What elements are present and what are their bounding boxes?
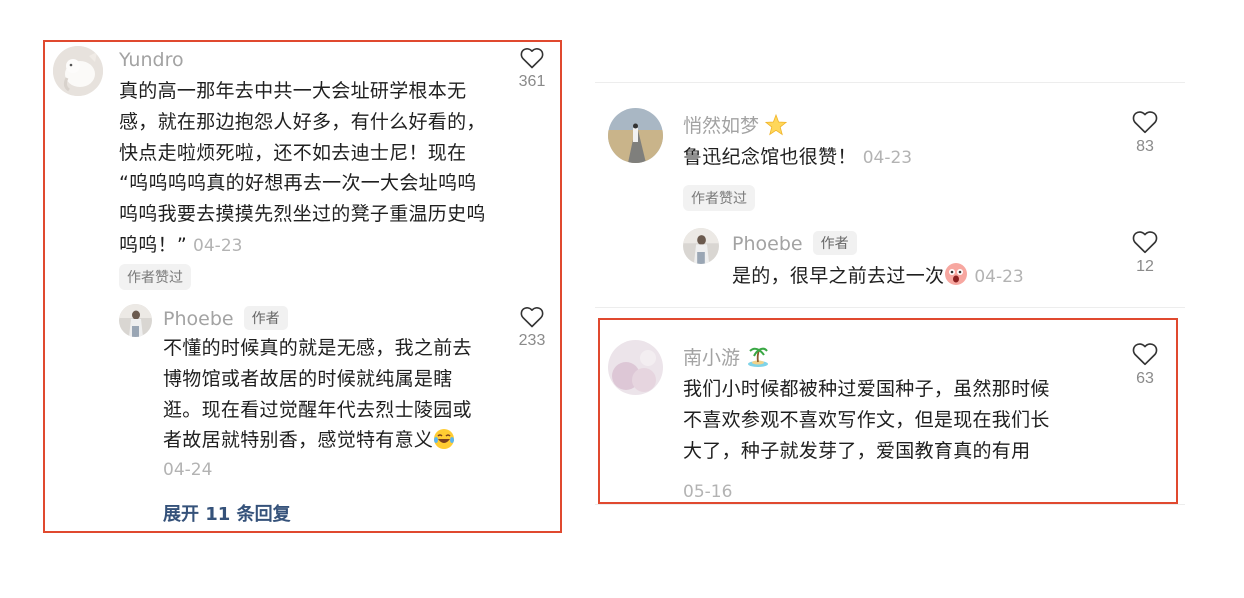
like-count: 361 <box>518 73 546 90</box>
like-button[interactable]: 63 <box>1115 342 1175 388</box>
avatar-image <box>608 340 663 395</box>
reply-username-text: Phoebe <box>163 308 234 330</box>
like-count: 83 <box>1136 138 1154 155</box>
avatar-yundro[interactable] <box>53 46 103 96</box>
reply-date: 04-23 <box>974 267 1024 287</box>
comment-username-text: 南小游 <box>683 347 741 369</box>
reply-username[interactable]: Phoebe 作者 <box>163 306 288 330</box>
author-tag: 作者 <box>812 231 857 255</box>
star-badge-icon <box>764 113 788 141</box>
like-button[interactable]: 12 <box>1115 230 1175 276</box>
divider <box>595 504 1185 505</box>
reply-line: 者故居就特别香，感觉特有意义 <box>163 429 434 452</box>
avatar-nanxiaoyou[interactable] <box>608 340 663 395</box>
comment-body: 真的高一那年去中共一大会址研学根本无 感，就在那边抱怨人好多，有什么好看的， 快… <box>119 76 509 262</box>
comment-username[interactable]: 悄然如梦 <box>683 111 788 141</box>
comment-line: 不喜欢参观不喜欢写作文，但是现在我们长 <box>683 408 1050 431</box>
like-button[interactable]: 233 <box>502 306 562 350</box>
heart-icon <box>1132 111 1158 134</box>
comment-body: 我们小时候都被种过爱国种子，虽然那时候 不喜欢参观不喜欢写作文，但是现在我们长 … <box>683 374 1123 466</box>
avatar-image <box>119 304 152 337</box>
reply-line: 逛。现在看过觉醒年代去烈士陵园或 <box>163 398 472 421</box>
comment-date: 04-23 <box>862 148 913 168</box>
comment-line: 呜呜我要去摸摸先烈坐过的凳子重温历史呜 <box>119 203 486 226</box>
heart-icon <box>1132 231 1158 254</box>
like-count: 233 <box>518 332 546 349</box>
comment-username-text: 悄然如梦 <box>683 115 760 137</box>
comment-line: “呜呜呜呜真的好想再去一次一大会址呜呜 <box>119 172 477 195</box>
reply-username[interactable]: Phoebe 作者 <box>732 231 857 255</box>
avatar-image <box>53 46 103 96</box>
expand-replies-link[interactable]: 展开 11 条回复 <box>163 500 291 526</box>
like-button[interactable]: 83 <box>1115 110 1175 156</box>
avatar-phoebe[interactable] <box>119 304 152 337</box>
avatar-image <box>608 108 663 163</box>
reply-line-last: 者故居就特别香，感觉特有意义 <box>163 425 493 460</box>
like-button[interactable]: 361 <box>502 47 562 91</box>
heart-icon <box>1132 343 1158 366</box>
author-liked-badge: 作者赞过 <box>119 264 191 290</box>
divider <box>595 82 1185 83</box>
heart-icon <box>520 47 544 69</box>
reply-text: 是的，很早之前去过一次 <box>732 265 945 287</box>
reply-line: 博物馆或者故居的时候就纯属是瞎 <box>163 367 453 390</box>
reply-username-text: Phoebe <box>732 233 803 255</box>
comment-date: 05-16 <box>683 482 733 502</box>
comment-line: 大了，种子就发芽了，爱国教育真的有用 <box>683 439 1031 462</box>
like-count: 12 <box>1136 258 1154 275</box>
comment-line: 我们小时候都被种过爱国种子，虽然那时候 <box>683 378 1050 400</box>
comment-line: 真的高一那年去中共一大会址研学根本无 <box>119 80 467 102</box>
comment-line: 感，就在那边抱怨人好多，有什么好看的， <box>119 110 486 133</box>
comment-text: 鲁迅纪念馆也很赞！ <box>683 146 857 168</box>
comment-username[interactable]: 南小游 <box>683 343 770 373</box>
like-count: 63 <box>1136 370 1154 387</box>
avatar-qiaoranrumeng[interactable] <box>608 108 663 163</box>
comment-line-last: 呜呜！” 04-23 <box>119 230 509 262</box>
author-tag: 作者 <box>243 306 288 330</box>
reply-body: 不懂的时候真的就是无感，我之前去 博物馆或者故居的时候就纯属是瞎 逛。现在看过觉… <box>163 333 493 460</box>
comment-date: 04-23 <box>193 235 243 256</box>
reply-body: 是的，很早之前去过一次 04-23 <box>732 261 1024 296</box>
avatar-phoebe[interactable] <box>683 228 719 264</box>
comment-body: 鲁迅纪念馆也很赞！ 04-23 <box>683 142 912 174</box>
laughing-tears-emoji <box>433 428 455 460</box>
shocked-face-emoji <box>944 262 968 296</box>
heart-icon <box>520 306 544 328</box>
reply-date: 04-24 <box>163 460 213 480</box>
author-liked-badge: 作者赞过 <box>683 185 755 211</box>
reply-line: 不懂的时候真的就是无感，我之前去 <box>163 337 472 359</box>
comment-line: 快点走啦烦死啦，还不如去迪士尼！现在 <box>119 141 467 164</box>
divider <box>595 307 1185 308</box>
palm-island-badge-icon <box>746 344 770 373</box>
comment-line: 呜呜！” <box>119 233 188 256</box>
comment-username[interactable]: Yundro <box>119 49 184 71</box>
avatar-image <box>683 228 719 264</box>
